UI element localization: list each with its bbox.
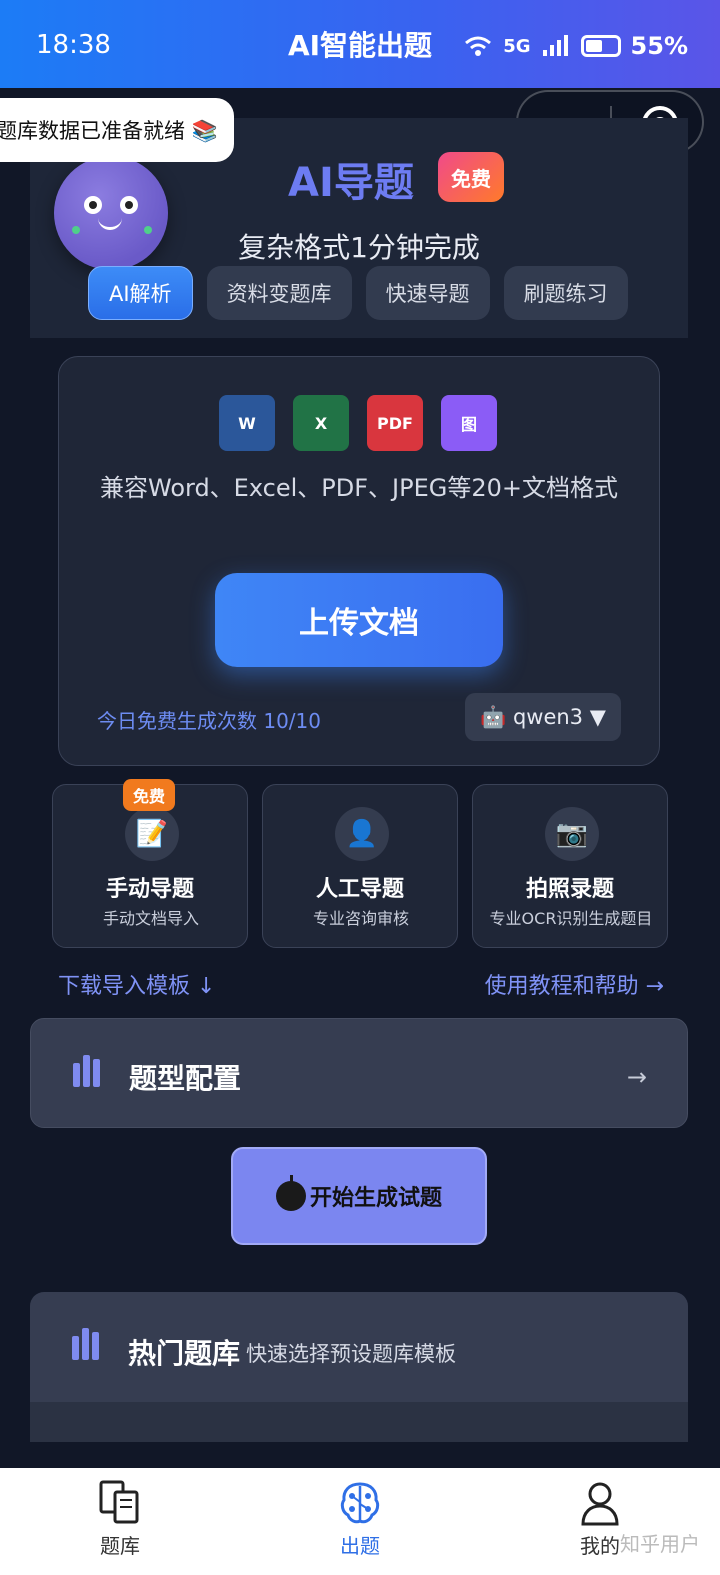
format-icons: W X PDF 图 <box>219 395 497 451</box>
feature-title: 拍照录题 <box>525 877 614 902</box>
free-tag: 免费 <box>123 779 176 811</box>
mascot-eye-right <box>120 196 138 214</box>
upload-document-button[interactable]: 上传文档 <box>215 573 503 667</box>
feature-title: 人工导题 <box>315 877 404 902</box>
feature-subtitle: 专业OCR识别生成题目 <box>489 909 653 928</box>
word-icon: W <box>219 395 275 451</box>
books-icon <box>99 1480 139 1524</box>
tab-material-to-bank[interactable]: 资料变题库 <box>206 266 352 320</box>
nav-question-bank[interactable]: 题库 <box>0 1468 240 1575</box>
status-indicators: 5G 55% <box>463 32 688 60</box>
tab-ai-parse[interactable]: AI解析 <box>88 266 193 320</box>
status-bar: 18:38 AI智能出题 5G 55% <box>0 0 720 88</box>
generate-questions-button[interactable]: 开始生成试题 <box>231 1147 487 1245</box>
upload-description: 兼容Word、Excel、PDF、JPEG等20+文档格式 <box>100 474 618 502</box>
bottom-nav: 题库 出题 我的 <box>0 1468 720 1575</box>
download-template-link[interactable]: 下载导入模板 ↓ <box>58 968 215 1000</box>
free-generation-count: 今日免费生成次数 10/10 <box>97 709 321 733</box>
tab-quick-import[interactable]: 快速导题 <box>365 266 490 320</box>
mode-tabs: AI解析 资料变题库 快速导题 刷题练习 <box>88 266 628 320</box>
hot-banks-title: 热门题库 <box>128 1337 241 1370</box>
watermark: 知乎用户 <box>620 1532 700 1556</box>
feature-human-import[interactable]: 👤 人工导题 专业咨询审核 <box>262 784 458 948</box>
toast-text: 题库数据已准备就绪 📚 <box>0 119 218 143</box>
pdf-icon: PDF <box>367 395 423 451</box>
excel-icon: X <box>293 395 349 451</box>
mascot-eye-left <box>84 196 102 214</box>
free-badge: 免费 <box>438 152 504 202</box>
help-tutorial-link[interactable]: 使用教程和帮助 → <box>485 968 664 1000</box>
wifi-icon <box>465 36 492 56</box>
ready-toast: 题库数据已准备就绪 📚 <box>0 98 234 162</box>
bomb-icon <box>275 1175 306 1211</box>
brain-icon <box>340 1482 380 1524</box>
question-type-config[interactable]: 题型配置 → <box>30 1018 688 1128</box>
feature-photo-import[interactable]: 📷 拍照录题 专业OCR识别生成题目 <box>472 784 668 948</box>
feature-subtitle: 专业咨询审核 <box>312 909 409 928</box>
memo-icon: 📝 <box>125 807 179 861</box>
nav-label: 题库 <box>100 1534 140 1558</box>
tab-practice[interactable]: 刷题练习 <box>503 266 628 320</box>
arrow-right-icon: → <box>626 1063 647 1091</box>
image-icon: 图 <box>441 395 497 451</box>
hot-banks-card: 热门题库 快速选择预设题库模板 <box>30 1292 688 1442</box>
bar-chart-icon <box>73 1055 100 1087</box>
feature-subtitle: 手动文档导入 <box>102 909 199 928</box>
nav-label: 出题 <box>340 1534 380 1558</box>
network-label: 5G <box>503 35 531 57</box>
generate-label: 开始生成试题 <box>309 1186 442 1211</box>
nav-profile[interactable]: 我的 <box>480 1468 720 1575</box>
config-title: 题型配置 <box>129 1062 242 1095</box>
battery-level: 55% <box>630 32 688 60</box>
camera-icon: 📷 <box>545 807 599 861</box>
feature-title: 手动导题 <box>105 877 194 902</box>
signal-icon <box>542 35 568 56</box>
battery-icon <box>580 35 621 57</box>
hero-title: AI导题 <box>288 160 414 206</box>
hot-banks-subtitle: 快速选择预设题库模板 <box>246 1342 456 1366</box>
bar-chart-icon <box>72 1328 99 1360</box>
nav-create-questions[interactable]: 出题 <box>240 1468 480 1575</box>
hot-banks-list <box>30 1402 688 1442</box>
user-icon <box>581 1482 619 1526</box>
upload-card: W X PDF 图 兼容Word、Excel、PDF、JPEG等20+文档格式 … <box>58 356 660 766</box>
person-icon: 👤 <box>335 807 389 861</box>
model-select[interactable]: 🤖 qwen3 ▼ <box>465 693 621 741</box>
hero-subtitle: 复杂格式1分钟完成 <box>238 231 480 264</box>
feature-row: 📝 手动导题 手动文档导入 免费 👤 人工导题 专业咨询审核 📷 拍照录题 专业… <box>52 779 668 948</box>
feature-manual-import[interactable]: 📝 手动导题 手动文档导入 免费 <box>52 779 248 948</box>
